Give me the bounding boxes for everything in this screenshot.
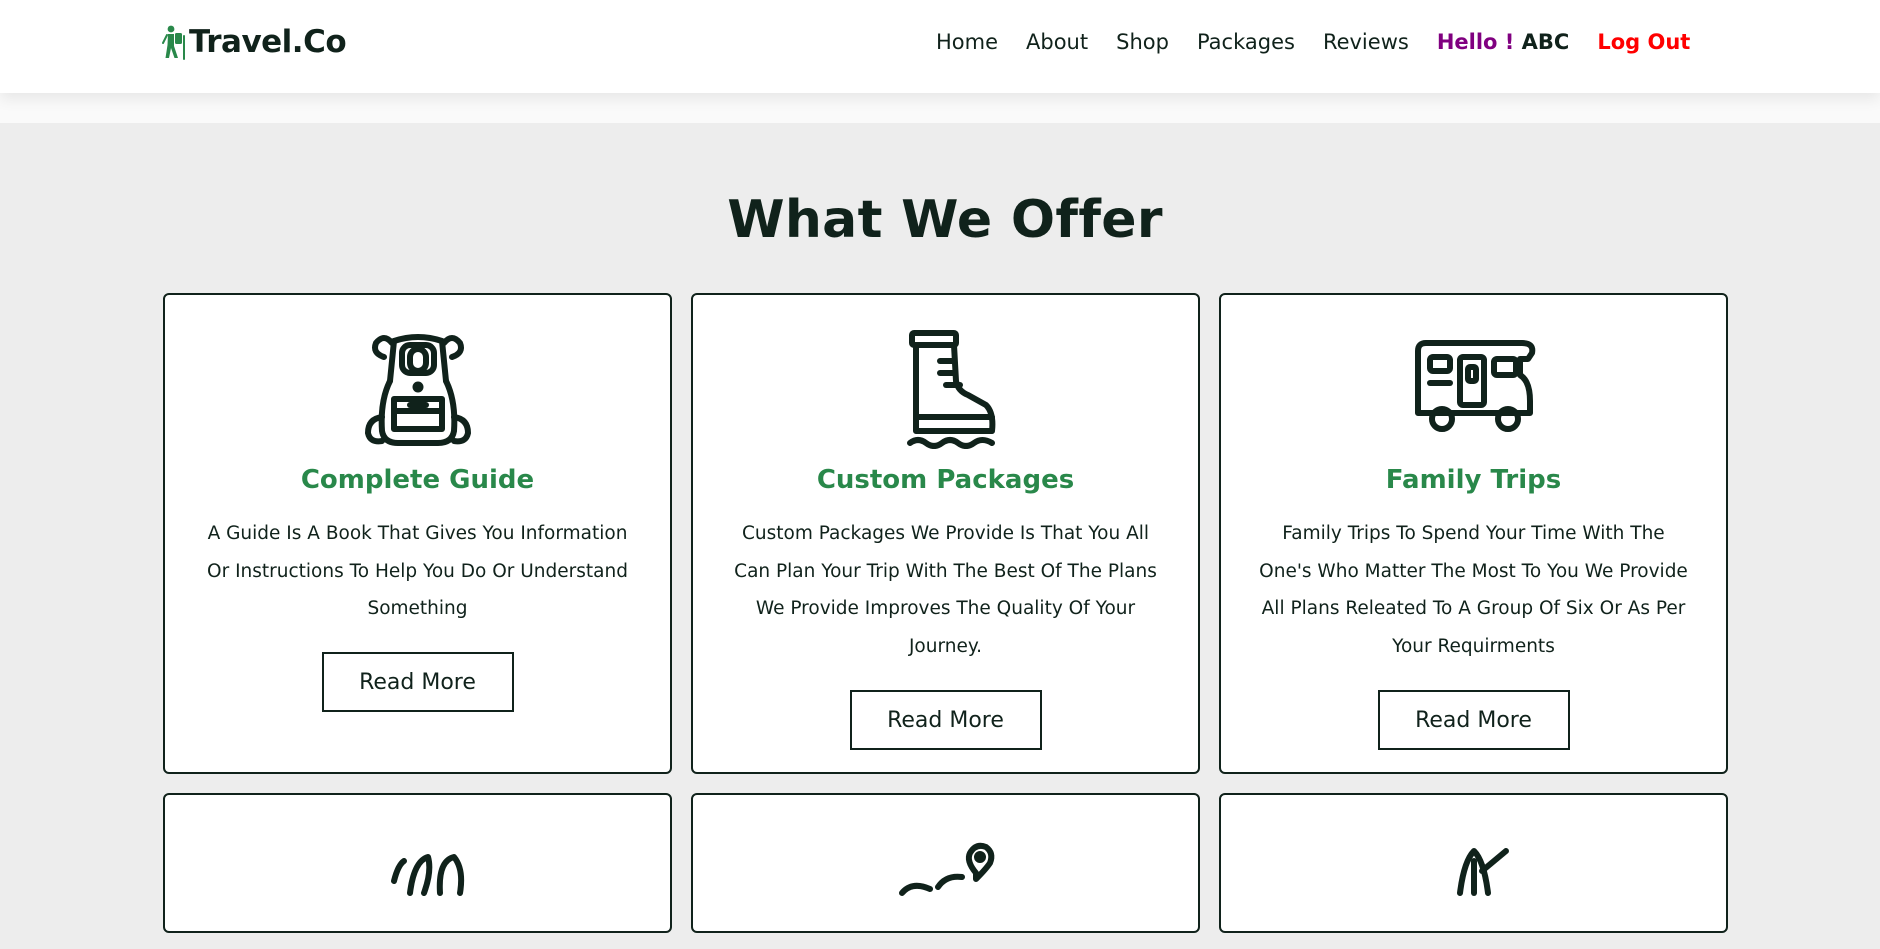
camper-van-icon: [1414, 340, 1535, 432]
plants-icon: [390, 854, 464, 896]
read-more-button[interactable]: Read More: [849, 690, 1042, 750]
nav-shop[interactable]: Shop: [1116, 30, 1169, 54]
logout-link[interactable]: Log Out: [1597, 30, 1690, 54]
read-more-button[interactable]: Read More: [1377, 690, 1570, 750]
card-title: Family Trips: [1385, 465, 1562, 495]
map-pin-route-icon: [898, 842, 994, 896]
hiker-icon: [162, 25, 185, 60]
offer-card-complete-guide: Complete Guide A Guide Is A Book That Gi…: [163, 293, 672, 774]
nav-about[interactable]: About: [1026, 30, 1088, 54]
user-greeting: Hello ! ABC: [1437, 30, 1570, 54]
read-more-button[interactable]: Read More: [321, 652, 514, 712]
header-shadow-band: [0, 93, 1880, 123]
main-nav: Home About Shop Packages Reviews Hello !…: [936, 30, 1690, 54]
boot-icon: [906, 330, 995, 449]
site-header: Travel.Co Home About Shop Packages Revie…: [0, 0, 1880, 93]
nav-home[interactable]: Home: [936, 30, 998, 54]
username: ABC: [1521, 30, 1570, 54]
backpack-icon: [364, 334, 471, 446]
kayak-paddle-icon: [1456, 848, 1509, 896]
offer-card-partial: [1219, 793, 1728, 933]
logo-text: Travel.Co: [189, 24, 347, 60]
section-title: What We Offer: [727, 190, 1163, 250]
card-title: Custom Packages: [816, 465, 1075, 495]
offer-card-custom-packages: Custom Packages Custom Packages We Provi…: [691, 293, 1200, 774]
card-description: A Guide Is A Book That Gives You Informa…: [207, 523, 628, 619]
nav-reviews[interactable]: Reviews: [1323, 30, 1409, 54]
offer-card-partial: [691, 793, 1200, 933]
offer-card-partial: [163, 793, 672, 933]
card-description: Custom Packages We Provide Is That You A…: [734, 523, 1157, 657]
card-title: Complete Guide: [300, 465, 535, 495]
offer-card-family-trips: Family Trips Family Trips To Spend Your …: [1219, 293, 1728, 774]
greeting-text: Hello !: [1436, 30, 1515, 54]
card-description: Family Trips To Spend Your Time With The…: [1259, 523, 1688, 657]
nav-packages[interactable]: Packages: [1197, 30, 1295, 54]
logo[interactable]: Travel.Co: [162, 24, 347, 60]
